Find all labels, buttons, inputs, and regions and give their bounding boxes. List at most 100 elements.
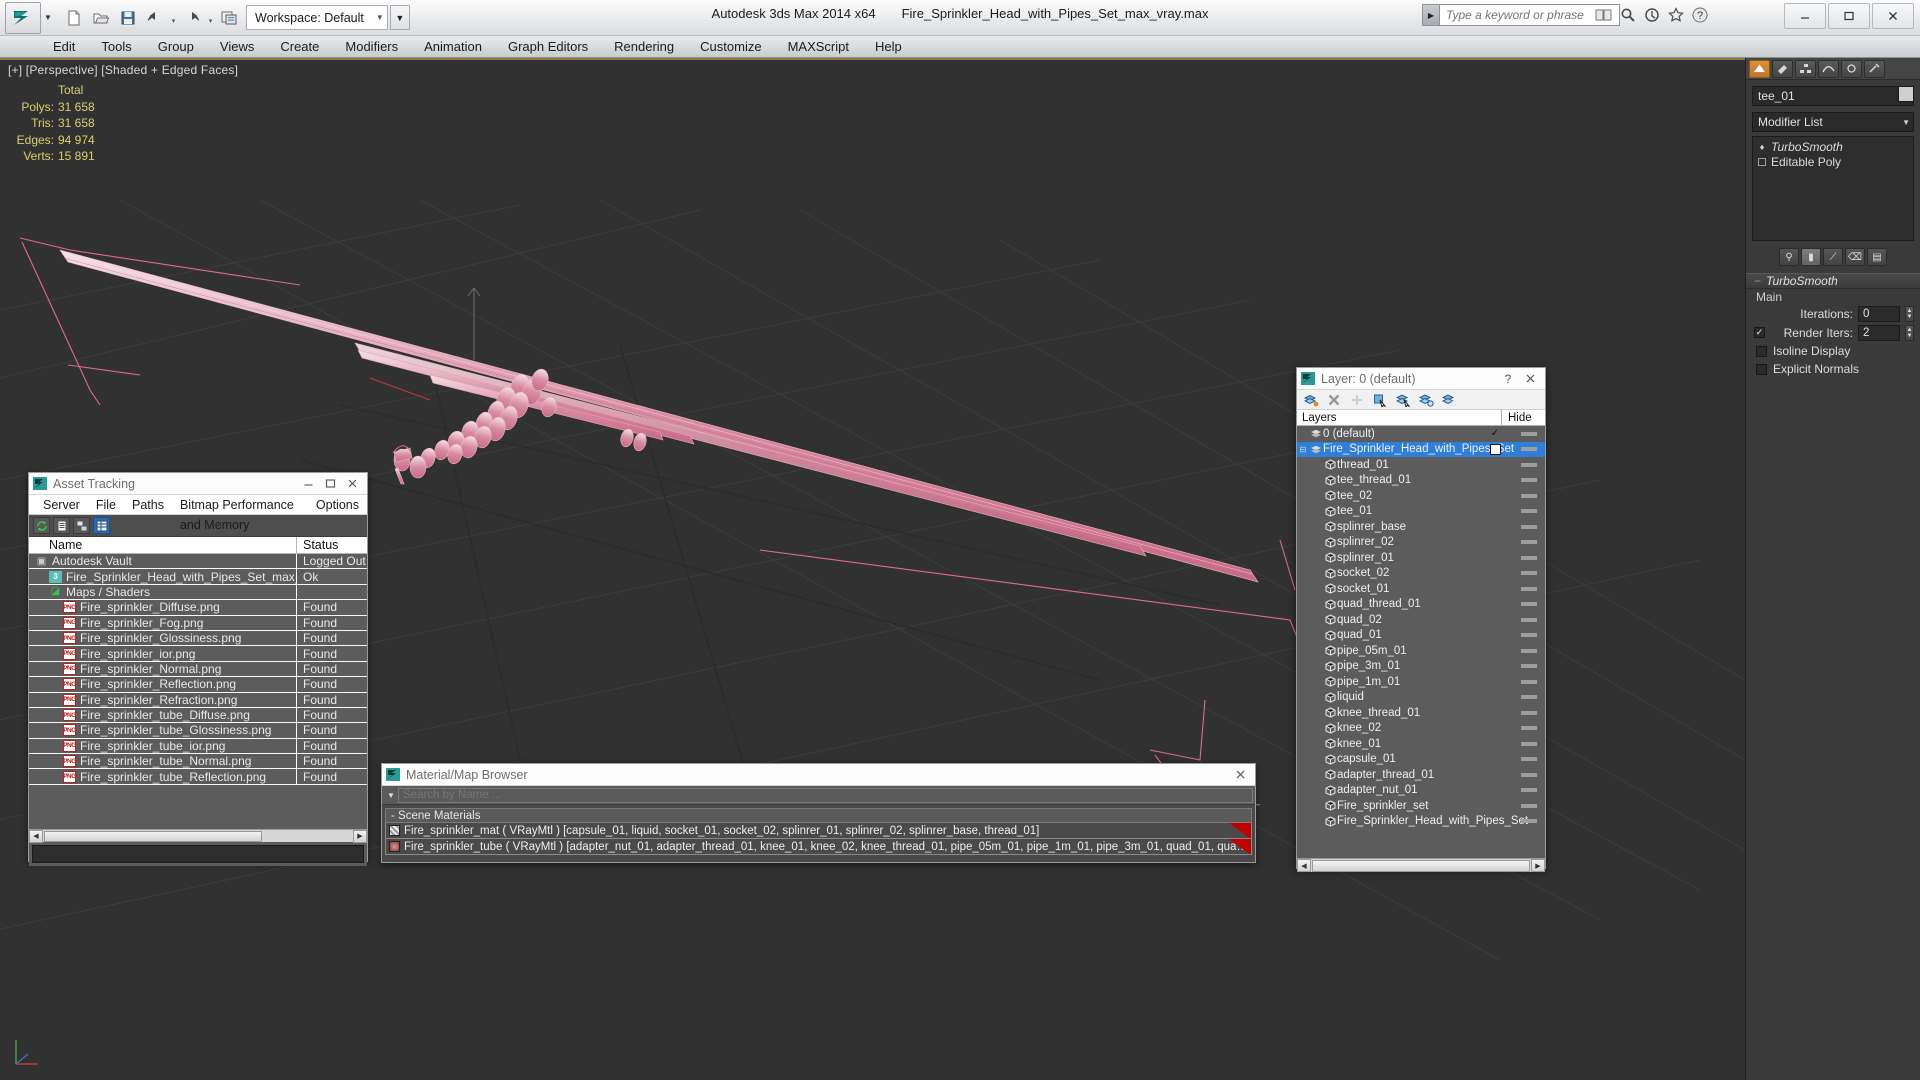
layer-row[interactable]: 0 (default) ✓ [1297, 426, 1545, 442]
explicit-normals-checkbox[interactable] [1756, 363, 1767, 375]
subscription-icon[interactable] [1642, 5, 1662, 25]
make-unique-icon[interactable]: ⟋ [1823, 248, 1843, 266]
minimize-button[interactable] [1784, 3, 1826, 29]
active-layer-check-icon[interactable]: ✓ [1489, 428, 1501, 440]
table-row[interactable]: PNG Fire_sprinkler_tube_ior.png Found [29, 738, 367, 755]
redo-icon[interactable] [179, 5, 205, 31]
hide-toggle[interactable] [1521, 524, 1537, 529]
app-menu-dropdown-icon[interactable]: ▼ [41, 2, 55, 34]
close-button[interactable] [1229, 765, 1251, 785]
hide-toggle[interactable] [1521, 803, 1537, 808]
collapse-icon[interactable]: − [1754, 274, 1761, 288]
rollout-header[interactable]: − TurboSmooth [1746, 273, 1920, 289]
dependency-view-icon[interactable] [73, 517, 90, 534]
workspace-dropdown-button[interactable]: ▼ [389, 5, 410, 30]
explicit-normals-row[interactable]: Explicit Normals [1746, 360, 1920, 378]
iterations-spinner[interactable]: ▲ ▼ [1905, 305, 1914, 322]
hide-toggle[interactable] [1521, 648, 1537, 653]
hide-toggle[interactable] [1521, 772, 1537, 777]
table-row[interactable]: PNG Fire_sprinkler_tube_Diffuse.png Found [29, 707, 367, 724]
filter-dropdown-icon[interactable]: ▼ [384, 786, 398, 805]
active-layer-checkbox[interactable] [1490, 443, 1501, 455]
asset-tracking-window[interactable]: Asset Tracking Server File Paths Bitmap … [28, 472, 368, 866]
render-iters-checkbox[interactable]: ✓ [1754, 327, 1765, 338]
layer-object-row[interactable]: socket_01 [1297, 581, 1545, 597]
menu-views[interactable]: Views [207, 36, 267, 58]
hide-toggle[interactable] [1521, 664, 1537, 669]
at-menu-file[interactable]: File [88, 495, 124, 515]
hide-toggle[interactable] [1521, 431, 1537, 436]
highlight-selected-icon[interactable] [1418, 392, 1434, 408]
undo-dropdown-icon[interactable]: ▾ [169, 5, 178, 31]
scroll-left-button[interactable]: ◀ [29, 829, 43, 843]
table-view-icon[interactable] [93, 517, 110, 534]
column-header-status[interactable]: Status [297, 537, 367, 553]
table-row[interactable]: PNG Fire_sprinkler_Fog.png Found [29, 615, 367, 631]
table-row[interactable]: PNG Fire_sprinkler_tube_Normal.png Found [29, 754, 367, 770]
material-list-item[interactable]: Fire_sprinkler_mat ( VRayMtl ) [capsule_… [385, 823, 1252, 839]
hide-toggle[interactable] [1521, 602, 1537, 607]
layer-properties-icon[interactable] [1441, 392, 1457, 408]
object-name-field[interactable]: tee_01 [1752, 86, 1914, 106]
new-file-icon[interactable] [61, 5, 87, 31]
layer-object-row[interactable]: splinrer_01 [1297, 550, 1545, 566]
menu-graph-editors[interactable]: Graph Editors [495, 36, 601, 58]
workspace-selector[interactable]: Workspace: Default ▼ [246, 5, 388, 30]
hide-toggle[interactable] [1521, 540, 1537, 545]
column-header-name[interactable]: Name [29, 537, 297, 553]
layer-object-row[interactable]: liquid [1297, 690, 1545, 706]
scroll-right-button[interactable]: ▶ [353, 829, 367, 843]
menu-create[interactable]: Create [267, 36, 332, 58]
hide-toggle[interactable] [1521, 586, 1537, 591]
remove-modifier-icon[interactable]: ⌫ [1845, 248, 1865, 266]
layer-object-row[interactable]: socket_02 [1297, 566, 1545, 582]
layer-object-row[interactable]: Fire_Sprinkler_Head_with_Pipes_Set [1297, 814, 1545, 830]
table-row[interactable]: PNG Fire_sprinkler_Glossiness.png Found [29, 630, 367, 647]
hierarchy-tab[interactable] [1795, 59, 1816, 78]
select-highlight-icon[interactable] [1395, 392, 1411, 408]
utilities-tab[interactable] [1864, 59, 1885, 78]
hide-toggle[interactable] [1521, 617, 1537, 622]
at-menu-server[interactable]: Server [35, 495, 88, 515]
menu-tools[interactable]: Tools [88, 36, 144, 58]
favorites-star-icon[interactable] [1666, 5, 1686, 25]
maximize-button[interactable] [1828, 3, 1870, 29]
search-icon[interactable] [1618, 5, 1638, 25]
collapse-icon[interactable]: ⊟ [1297, 442, 1309, 458]
minimize-button[interactable] [297, 474, 319, 494]
at-menu-paths[interactable]: Paths [124, 495, 172, 515]
layer-object-row[interactable]: pipe_3m_01 [1297, 659, 1545, 675]
redo-dropdown-icon[interactable]: ▾ [206, 5, 215, 31]
table-row[interactable]: 3 Fire_Sprinkler_Head_with_Pipes_Set_max_… [29, 569, 367, 585]
new-layer-icon[interactable] [1303, 392, 1319, 408]
close-button[interactable] [1519, 369, 1541, 389]
table-row[interactable]: PNG Fire_sprinkler_tube_Reflection.png Fou… [29, 769, 367, 785]
infocenter-icon[interactable] [1594, 5, 1614, 25]
layer-object-row[interactable]: tee_thread_01 [1297, 473, 1545, 489]
hide-toggle[interactable] [1521, 726, 1537, 731]
show-end-result-icon[interactable]: ▮ [1801, 248, 1821, 266]
scroll-thumb[interactable] [44, 830, 262, 842]
object-color-swatch[interactable] [1898, 86, 1914, 102]
hide-toggle[interactable] [1521, 679, 1537, 684]
help-button[interactable]: ? [1497, 369, 1519, 389]
render-iters-value[interactable]: 2 [1858, 324, 1900, 341]
render-iters-spinner[interactable]: ▲ ▼ [1905, 324, 1914, 341]
layer-object-row[interactable]: thread_01 [1297, 457, 1545, 473]
layer-object-row[interactable]: splinrer_02 [1297, 535, 1545, 551]
table-row[interactable]: PNG Fire_sprinkler_Diffuse.png Found [29, 600, 367, 616]
isoline-display-row[interactable]: Isoline Display [1746, 342, 1920, 360]
table-row[interactable]: ◪ Maps / Shaders [29, 584, 367, 601]
menu-modifiers[interactable]: Modifiers [332, 36, 411, 58]
list-view-icon[interactable] [53, 517, 70, 534]
column-header-layers[interactable]: Layers [1297, 410, 1501, 425]
hide-toggle[interactable] [1521, 741, 1537, 746]
lightbulb-icon[interactable]: ♦ [1757, 142, 1767, 152]
layer-object-row[interactable]: adapter_thread_01 [1297, 767, 1545, 783]
layer-explorer-list[interactable]: 0 (default) ✓ ⊟ Fire_Sprinkler_Head_with_Pi… [1297, 426, 1545, 858]
menu-edit[interactable]: Edit [40, 36, 88, 58]
menu-customize[interactable]: Customize [687, 36, 774, 58]
undo-icon[interactable] [142, 5, 168, 31]
menu-rendering[interactable]: Rendering [601, 36, 687, 58]
help-icon[interactable]: ? [1690, 5, 1710, 25]
